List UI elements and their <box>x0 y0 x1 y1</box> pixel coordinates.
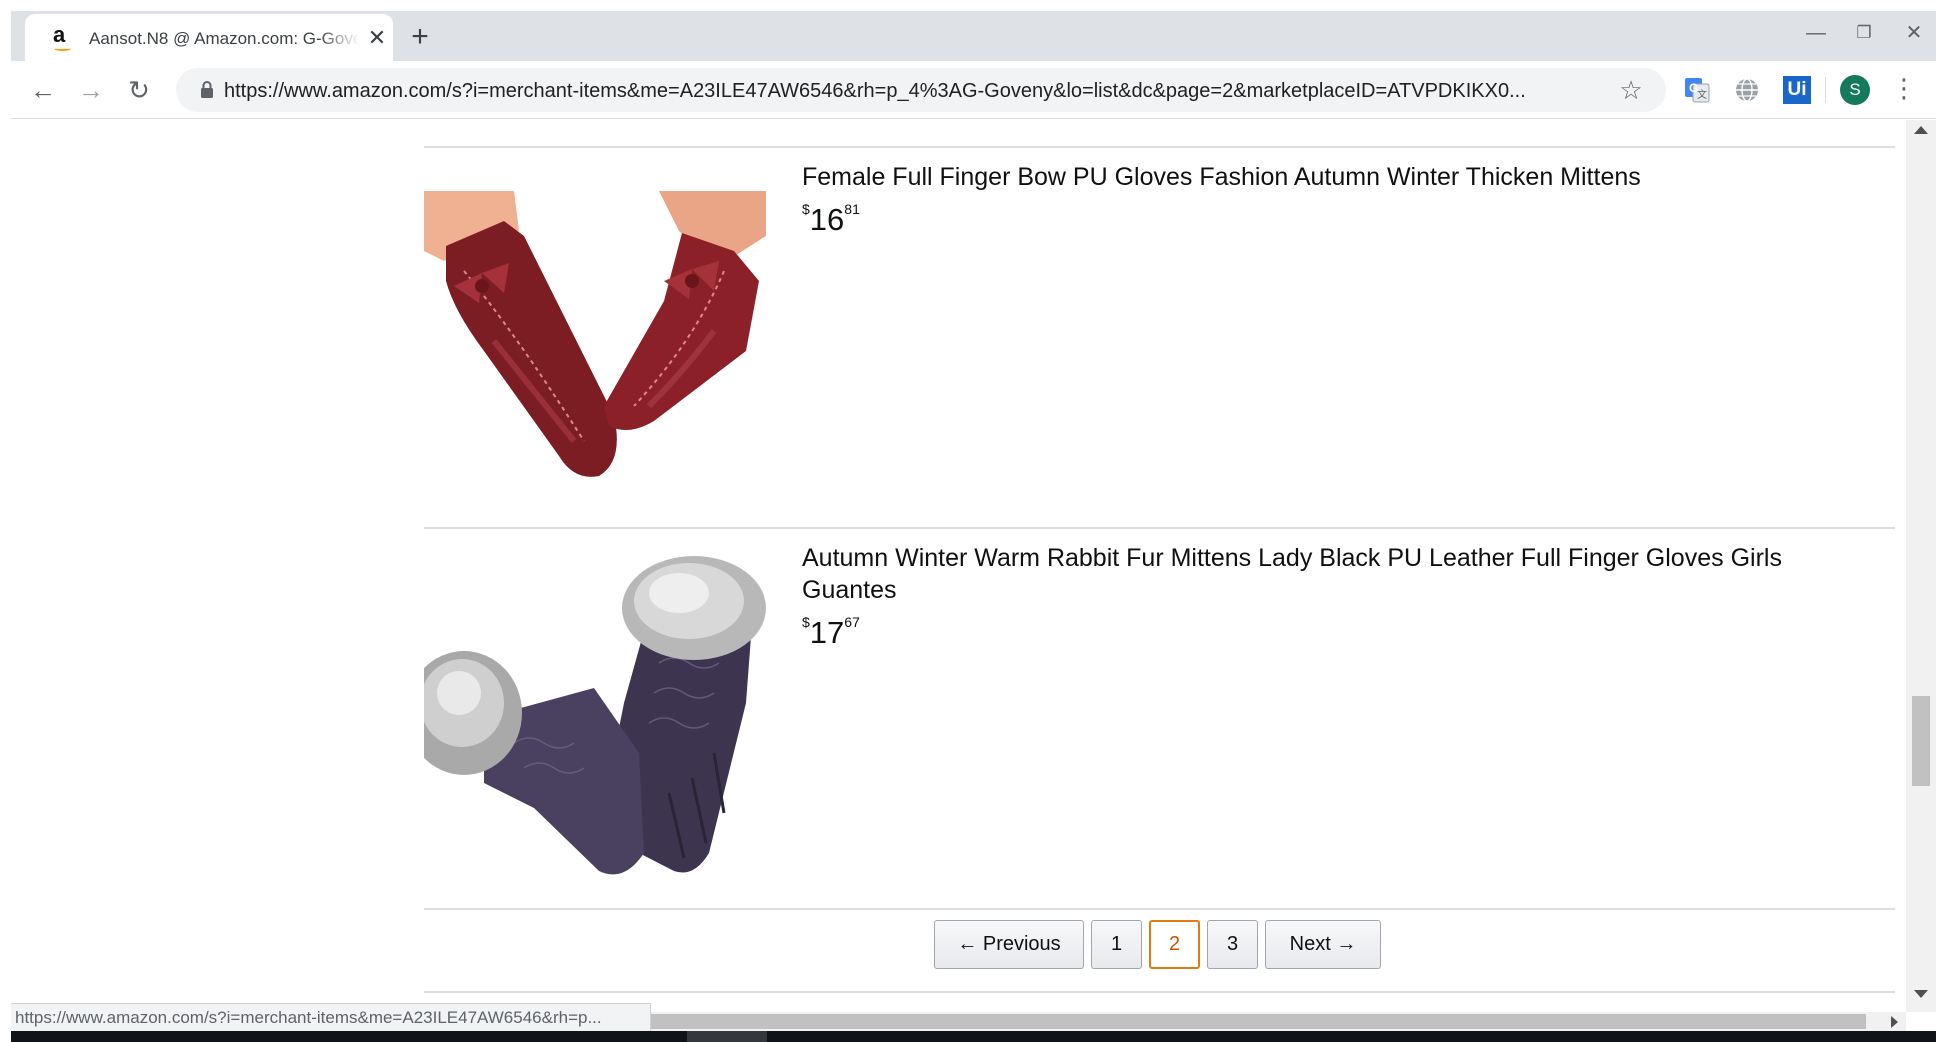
result-divider <box>424 991 1895 993</box>
price-fraction: 67 <box>844 614 860 630</box>
horizontal-scroll-thumb[interactable] <box>651 1014 1866 1029</box>
product-price: $1767 <box>802 614 860 651</box>
product-image-purple-gloves[interactable] <box>424 553 766 878</box>
vertical-scrollbar[interactable] <box>1906 120 1936 1012</box>
product-title-link[interactable]: Female Full Finger Bow PU Gloves Fashion… <box>802 161 1852 193</box>
result-divider <box>424 908 1895 910</box>
pagination-next-button[interactable]: Next → <box>1265 920 1381 969</box>
browser-menu-icon[interactable]: ⋮ <box>1891 73 1917 107</box>
profile-avatar[interactable]: S <box>1840 75 1870 105</box>
price-fraction: 81 <box>844 201 860 217</box>
toolbar-divider <box>1825 77 1826 103</box>
bookmark-star-icon[interactable]: ☆ <box>1616 76 1646 104</box>
search-result: Autumn Winter Warm Rabbit Fur Mittens La… <box>424 528 1895 908</box>
tab-strip: a Aansot.N8 @ Amazon.com: G-Goveny ✕ + —… <box>11 11 1936 61</box>
svg-text:文: 文 <box>1697 88 1707 101</box>
forward-button[interactable]: → <box>73 72 109 108</box>
uipath-icon[interactable]: Ui <box>1783 76 1811 104</box>
lock-icon <box>201 81 213 98</box>
os-taskbar <box>11 1031 1936 1042</box>
globe-icon[interactable] <box>1733 76 1761 104</box>
product-title-link[interactable]: Autumn Winter Warm Rabbit Fur Mittens La… <box>802 542 1852 606</box>
link-status-bubble: https://www.amazon.com/s?i=merchant-item… <box>11 1003 651 1031</box>
page-content: Female Full Finger Bow PU Gloves Fashion… <box>11 120 1906 1030</box>
scroll-up-arrow-icon[interactable] <box>1914 126 1928 134</box>
vertical-scroll-thumb[interactable] <box>1912 696 1930 786</box>
address-bar[interactable]: https://www.amazon.com/s?i=merchant-item… <box>176 68 1666 112</box>
restore-button[interactable]: ❐ <box>1844 19 1884 49</box>
pagination-previous-button[interactable]: ← Previous <box>934 920 1084 969</box>
taskbar-item[interactable] <box>687 1031 767 1042</box>
new-tab-button[interactable]: + <box>403 21 437 55</box>
browser-chrome: a Aansot.N8 @ Amazon.com: G-Goveny ✕ + —… <box>11 11 1936 119</box>
search-result: Female Full Finger Bow PU Gloves Fashion… <box>424 147 1895 527</box>
browser-toolbar: ← → ↻ https://www.amazon.com/s?i=merchan… <box>11 61 1936 119</box>
pagination-page-2-current[interactable]: 2 <box>1149 920 1200 969</box>
price-symbol: $ <box>802 201 810 217</box>
minimize-button[interactable]: — <box>1796 19 1836 49</box>
tab-title: Aansot.N8 @ Amazon.com: G-Goveny <box>89 28 359 50</box>
scroll-down-arrow-icon[interactable] <box>1914 990 1928 998</box>
price-whole: 17 <box>809 615 845 650</box>
window-close-button[interactable]: ✕ <box>1894 19 1934 49</box>
google-translate-icon[interactable]: G 文 <box>1683 76 1711 104</box>
price-whole: 16 <box>809 202 845 237</box>
pagination-page-3[interactable]: 3 <box>1207 920 1258 969</box>
reload-button[interactable]: ↻ <box>121 72 157 108</box>
url-text[interactable]: https://www.amazon.com/s?i=merchant-item… <box>224 79 1614 103</box>
price-symbol: $ <box>802 614 810 630</box>
pagination-page-1[interactable]: 1 <box>1091 920 1142 969</box>
product-price: $1681 <box>802 201 860 238</box>
back-button[interactable]: ← <box>25 72 61 108</box>
tab-amazon[interactable]: a Aansot.N8 @ Amazon.com: G-Goveny ✕ <box>25 14 393 61</box>
amazon-favicon-icon: a <box>53 24 73 51</box>
tab-close-icon[interactable]: ✕ <box>365 26 389 50</box>
horizontal-scrollbar[interactable] <box>651 1012 1906 1031</box>
scroll-right-arrow-icon[interactable] <box>1891 1016 1898 1028</box>
product-image-red-gloves[interactable] <box>424 191 766 481</box>
